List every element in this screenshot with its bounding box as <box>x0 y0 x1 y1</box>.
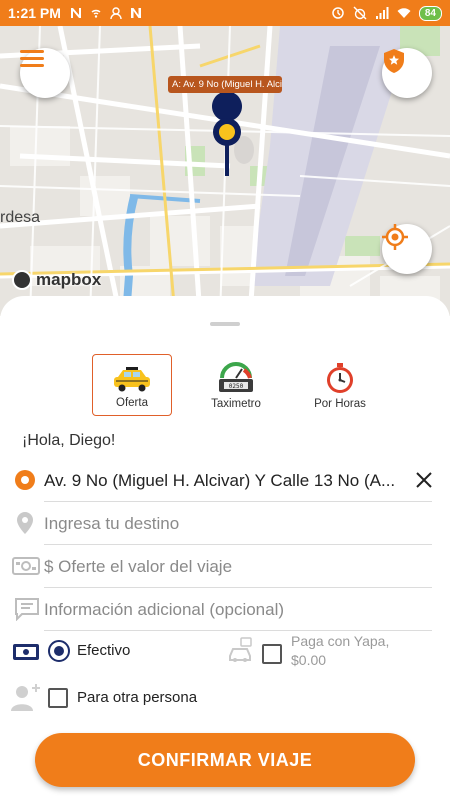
map-place-label: rdesa <box>0 209 41 226</box>
n-notification-icon <box>130 8 141 18</box>
drag-handle[interactable] <box>210 322 240 326</box>
origin-dot-icon <box>14 468 36 492</box>
alarm-off-icon <box>353 6 367 20</box>
destination-pin-icon <box>14 511 36 535</box>
service-mode-selector: Oferta 0250 Taximetro Por Horas <box>92 354 380 416</box>
origin-row: Av. 9 No (Miguel H. Alcivar) Y Calle 13 … <box>0 460 450 502</box>
wifi-icon <box>397 8 411 18</box>
mode-label-por-horas: Por Horas <box>314 398 366 410</box>
status-time: 1:21 PM <box>8 5 61 21</box>
destination-row: Ingresa tu destino <box>0 503 450 545</box>
greeting-text: ¡Hola, Diego! <box>22 432 116 449</box>
cash-radio[interactable] <box>48 640 70 662</box>
add-person-icon <box>11 684 40 711</box>
yapa-label: Paga con Yapa, <box>291 633 390 649</box>
shield-icon <box>384 49 404 73</box>
profile-icon <box>110 7 122 20</box>
trip-request-panel: Oferta 0250 Taximetro Por Horas ¡Hola, D… <box>0 296 450 800</box>
mode-label-taximetro: Taximetro <box>211 398 261 410</box>
offer-input[interactable]: $ Oferte el valor del viaje <box>44 546 432 588</box>
menu-icon <box>20 50 44 67</box>
yapa-amount: $0.00 <box>291 652 327 668</box>
locate-me-button[interactable] <box>382 224 432 274</box>
cash-icon <box>13 644 39 660</box>
info-row: Información adicional (opcional) <box>0 589 450 631</box>
confirm-trip-button[interactable]: CONFIRMAR VIAJE <box>35 733 415 787</box>
sync-icon <box>332 7 344 19</box>
map-view[interactable]: A: Av. 9 No (Miguel H. Alcivar) Y Calle … <box>0 26 450 316</box>
payment-row: Efectivo Paga con Yapa, $0.00 <box>0 632 450 672</box>
signal-icon <box>375 7 389 19</box>
taxi-icon <box>114 367 150 392</box>
menu-button[interactable] <box>20 48 70 98</box>
mode-label-oferta: Oferta <box>116 397 148 409</box>
battery-indicator: 84 <box>418 5 442 21</box>
mode-por-horas[interactable]: Por Horas <box>300 354 380 416</box>
other-person-row: Para otra persona <box>0 678 450 718</box>
wifi-calling-icon <box>91 9 101 18</box>
mode-taximetro[interactable]: 0250 Taximetro <box>196 354 276 416</box>
other-person-label: Para otra persona <box>77 689 198 706</box>
mode-oferta[interactable]: Oferta <box>92 354 172 416</box>
other-person-checkbox[interactable] <box>48 688 68 708</box>
comment-icon <box>14 597 40 621</box>
money-icon <box>12 554 40 578</box>
mapbox-attribution[interactable]: mapbox <box>12 270 101 290</box>
info-input[interactable]: Información adicional (opcional) <box>44 589 432 631</box>
status-bar: 1:21 PM 84 <box>0 0 450 26</box>
taximeter-icon: 0250 <box>219 362 253 392</box>
origin-input[interactable]: Av. 9 No (Miguel H. Alcivar) Y Calle 13 … <box>44 460 432 502</box>
origin-pin-label: A: Av. 9 No (Miguel H. Alcivar) Y Calle … <box>168 76 282 93</box>
svg-text:0250: 0250 <box>229 383 244 390</box>
offer-row: $ Oferte el valor del viaje <box>0 546 450 588</box>
n-icon <box>70 8 81 18</box>
clear-origin-icon[interactable] <box>414 470 434 490</box>
mapbox-logo-icon <box>12 270 32 290</box>
safety-button[interactable] <box>382 48 432 98</box>
yapa-car-icon <box>229 637 252 662</box>
destination-input[interactable]: Ingresa tu destino <box>44 503 432 545</box>
stopwatch-icon <box>327 363 353 393</box>
locate-icon <box>382 224 408 250</box>
mapbox-text: mapbox <box>36 270 102 289</box>
cash-label: Efectivo <box>77 642 131 659</box>
yapa-checkbox[interactable] <box>262 644 282 664</box>
